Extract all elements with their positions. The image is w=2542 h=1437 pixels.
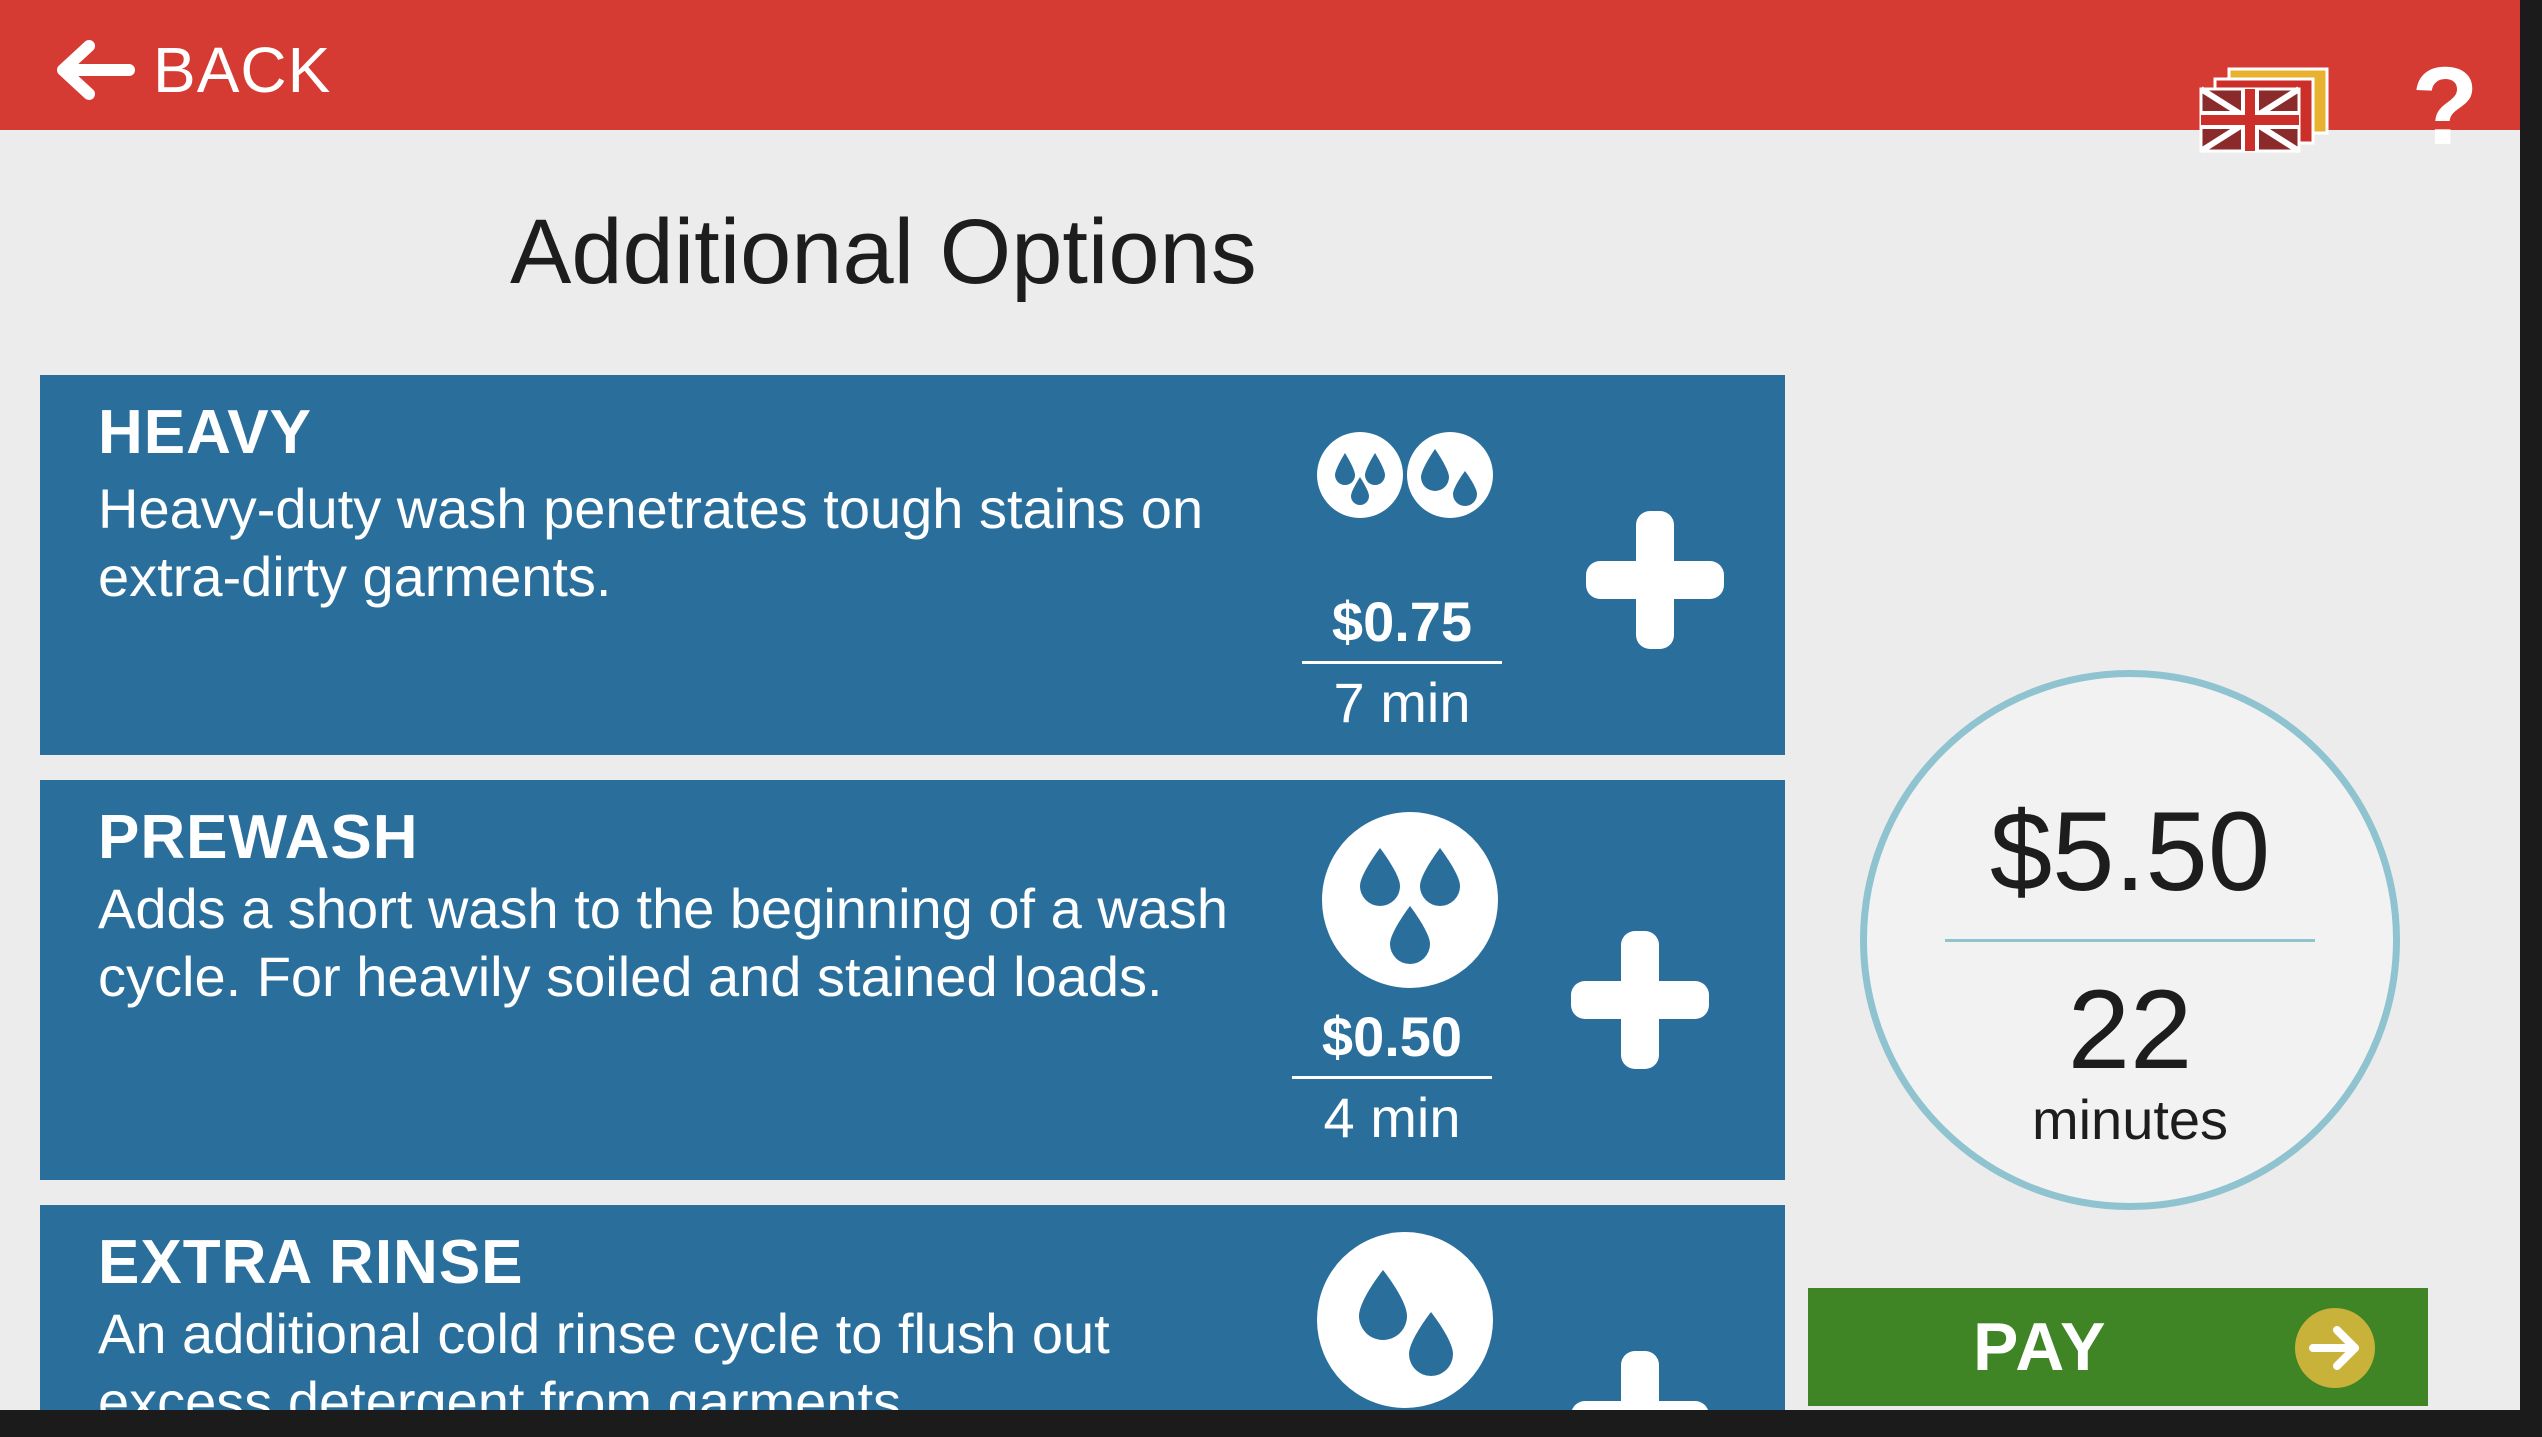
two-water-drops-icon: [1317, 1232, 1493, 1408]
option-name: PREWASH: [98, 803, 419, 872]
option-heavy: HEAVY Heavy-duty wash penetrates tough s…: [40, 375, 1785, 755]
option-extra-rinse: EXTRA RINSE An additional cold rinse cyc…: [40, 1205, 1785, 1410]
page-title: Additional Options: [510, 201, 1257, 303]
three-water-drops-icon: [1322, 812, 1498, 988]
price-divider: [1292, 1076, 1492, 1079]
option-description: An additional cold rinse cycle to flush …: [98, 1302, 1110, 1410]
option-name: EXTRA RINSE: [98, 1228, 524, 1297]
option-description: Adds a short wash to the beginning of a …: [98, 877, 1229, 1008]
summary-divider: [1945, 939, 2315, 942]
option-price: $0.50: [1321, 1005, 1463, 1068]
back-button[interactable]: BACK: [55, 25, 331, 115]
option-prewash: PREWASH Adds a short wash to the beginni…: [40, 780, 1785, 1180]
option-price: $0.75: [1331, 590, 1473, 653]
option-price-block: $0.50 4 min: [1292, 1000, 1492, 1155]
option-name: HEAVY: [98, 398, 313, 467]
pay-label: PAY: [1973, 1309, 2108, 1385]
back-label: BACK: [153, 34, 332, 106]
arrow-right-icon: [2295, 1308, 2375, 1388]
double-water-drops-icon: [1317, 432, 1493, 518]
total-price: $5.50: [1989, 789, 2271, 914]
option-description: Heavy-duty wash penetrates tough stains …: [98, 477, 1204, 608]
help-button[interactable]: ?: [2400, 52, 2490, 162]
minutes-label: minutes: [2031, 1088, 2229, 1151]
option-price-block: $0.75 7 min: [1302, 585, 1502, 740]
pay-button[interactable]: PAY: [1808, 1288, 2428, 1406]
add-heavy-button[interactable]: [1580, 505, 1730, 655]
top-bar: [0, 0, 2542, 130]
price-divider: [1302, 661, 1502, 664]
option-time: 4 min: [1323, 1086, 1461, 1149]
back-arrow-icon: [57, 40, 135, 100]
language-flags-icon[interactable]: [2195, 65, 2335, 155]
cost-summary-circle: $5.50 22 minutes: [1860, 670, 2400, 1210]
screen-bezel-right: [2520, 0, 2542, 1437]
option-time: 7 min: [1333, 671, 1471, 734]
total-minutes: 22: [2067, 967, 2193, 1092]
add-extra-rinse-button[interactable]: [1565, 1345, 1715, 1410]
add-prewash-button[interactable]: [1565, 925, 1715, 1075]
screen-bezel-bottom: [0, 1410, 2542, 1437]
